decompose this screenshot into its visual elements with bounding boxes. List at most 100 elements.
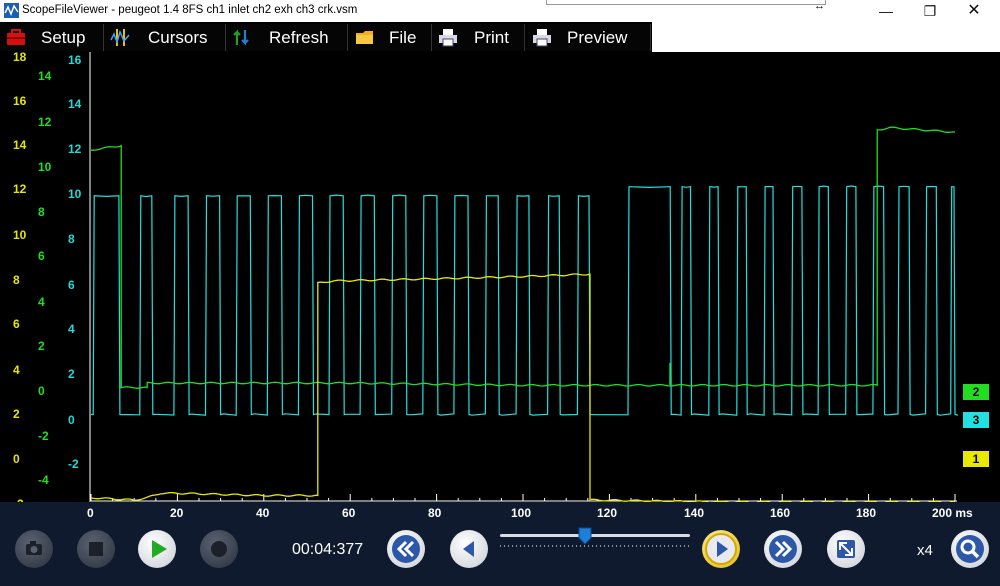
ch1-tick-label: 2 [13,407,20,421]
ch2-tick-label: 10 [38,160,52,174]
refresh-label: Refresh [269,28,329,47]
print-button[interactable]: Print [432,24,525,51]
zoom-button[interactable] [951,530,989,568]
double-chevron-left-icon [392,535,420,563]
ch1-tick-label: 18 [13,50,27,64]
stop-icon [89,542,103,556]
refresh-button[interactable]: Refresh [226,24,348,51]
x-tick-label: 140 [684,506,705,520]
x-tick-label: 60 [342,506,356,520]
title-scroll-track[interactable] [546,0,826,5]
ch3-tick-label: 6 [68,278,75,292]
ch3-tick-label: 8 [68,232,75,246]
ch1-tick-label: 8 [13,273,20,287]
file-label: File [389,28,417,47]
ch3-tick-label: 0 [68,413,75,427]
camera-icon [26,541,42,555]
ch2-tick-label: 4 [38,295,45,309]
series-3-line [91,185,959,416]
playback-slider[interactable] [498,527,692,553]
ch1-tick-label: 12 [13,182,27,196]
double-chevron-right-icon [769,535,797,563]
channel-tag-2[interactable]: 2 [963,384,989,400]
ch1-tick-label: 14 [13,138,27,152]
ch3-tick-label: 14 [68,97,82,111]
refresh-icon [233,29,249,46]
ch2-tick-label: 8 [38,205,45,219]
x-tick-label: 200 ms [932,506,973,520]
ch2-tick-label: 0 [38,384,45,398]
play-icon [152,540,167,558]
ch2-tick-label: 6 [38,249,45,263]
x-tick-label: 40 [256,506,270,520]
ch1-tick-label: 16 [13,94,27,108]
title-bar: ScopeFileViewer - peugeot 1.4 8FS ch1 in… [0,0,1000,22]
x-tick-label: 160 [770,506,791,520]
x-tick-label: 0 [87,506,94,520]
channel-tag-3[interactable]: 3 [963,412,989,428]
restore-button[interactable]: ❐ [908,0,952,22]
expand-icon [837,540,855,558]
fast-forward-button[interactable] [764,530,802,568]
preview-label: Preview [567,28,628,47]
ch2-tick-label: -2 [38,429,49,443]
ch2-tick-label: 14 [38,69,52,83]
play-button[interactable] [138,530,176,568]
snapshot-button[interactable] [15,530,53,568]
minimize-button[interactable]: — [864,0,908,22]
fit-screen-button[interactable] [827,530,865,568]
setup-label: Setup [41,28,86,47]
stop-button[interactable] [77,530,115,568]
window-title: ScopeFileViewer - peugeot 1.4 8FS ch1 in… [22,4,358,16]
ch1-tick-label: 10 [13,228,27,242]
x-tick-label: 100 [511,506,532,520]
file-button[interactable]: File [349,24,432,51]
ch3-tick-label: 16 [68,53,82,67]
magnifier-icon [956,535,984,563]
toolbox-icon [7,29,25,45]
step-forward-button[interactable] [702,530,740,568]
step-back-button[interactable] [450,530,488,568]
ch3-tick-label: 4 [68,322,75,336]
ch3-tick-label: 2 [68,367,75,381]
ch2-tick-label: 12 [38,115,52,129]
close-button[interactable]: ✕ [952,0,996,22]
x-tick-label: 20 [170,506,184,520]
ch3-tick-label: 12 [68,142,82,156]
toolbar-empty-area [652,22,1000,53]
triangle-right-icon [705,533,737,565]
slider-track [500,534,690,537]
cursors-icon [110,29,130,46]
playback-timestamp: 00:04:377 [292,541,364,558]
ch1-tick-label: 6 [13,317,20,331]
ch3-tick-label: 10 [68,187,82,201]
print-label: Print [474,28,509,47]
slider-tick-marks [500,545,690,547]
cursors-label: Cursors [148,28,208,47]
printer-icon [439,29,457,47]
preview-button[interactable]: Preview [526,24,651,51]
resize-arrows-icon: ↔ [814,0,825,12]
x-tick-label: 120 [597,506,618,520]
cursors-button[interactable]: Cursors [104,24,226,51]
zoom-level: x4 [917,542,933,559]
record-button[interactable] [200,530,238,568]
print-preview-icon [533,29,551,47]
ch2-tick-label: 2 [38,339,45,353]
folder-icon [356,31,373,44]
ch1-tick-label: 4 [13,363,20,377]
slider-thumb[interactable] [578,527,592,545]
waveform-plot[interactable] [0,52,1000,502]
setup-button[interactable]: Setup [0,24,104,51]
series-3-trace [91,185,959,416]
x-tick-label: 180 [856,506,877,520]
scope-display[interactable]: 18 16 14 12 10 8 6 4 2 0 -2 14 12 10 8 6… [0,50,1000,511]
app-icon [4,3,19,18]
ch1-tick-label: 0 [13,452,20,466]
triangle-left-icon [463,541,474,557]
x-tick-label: 80 [428,506,442,520]
rewind-button[interactable] [387,530,425,568]
ch3-tick-label: -2 [68,457,79,471]
channel-tag-1[interactable]: 1 [963,451,989,467]
ch2-tick-label: -4 [38,473,49,487]
